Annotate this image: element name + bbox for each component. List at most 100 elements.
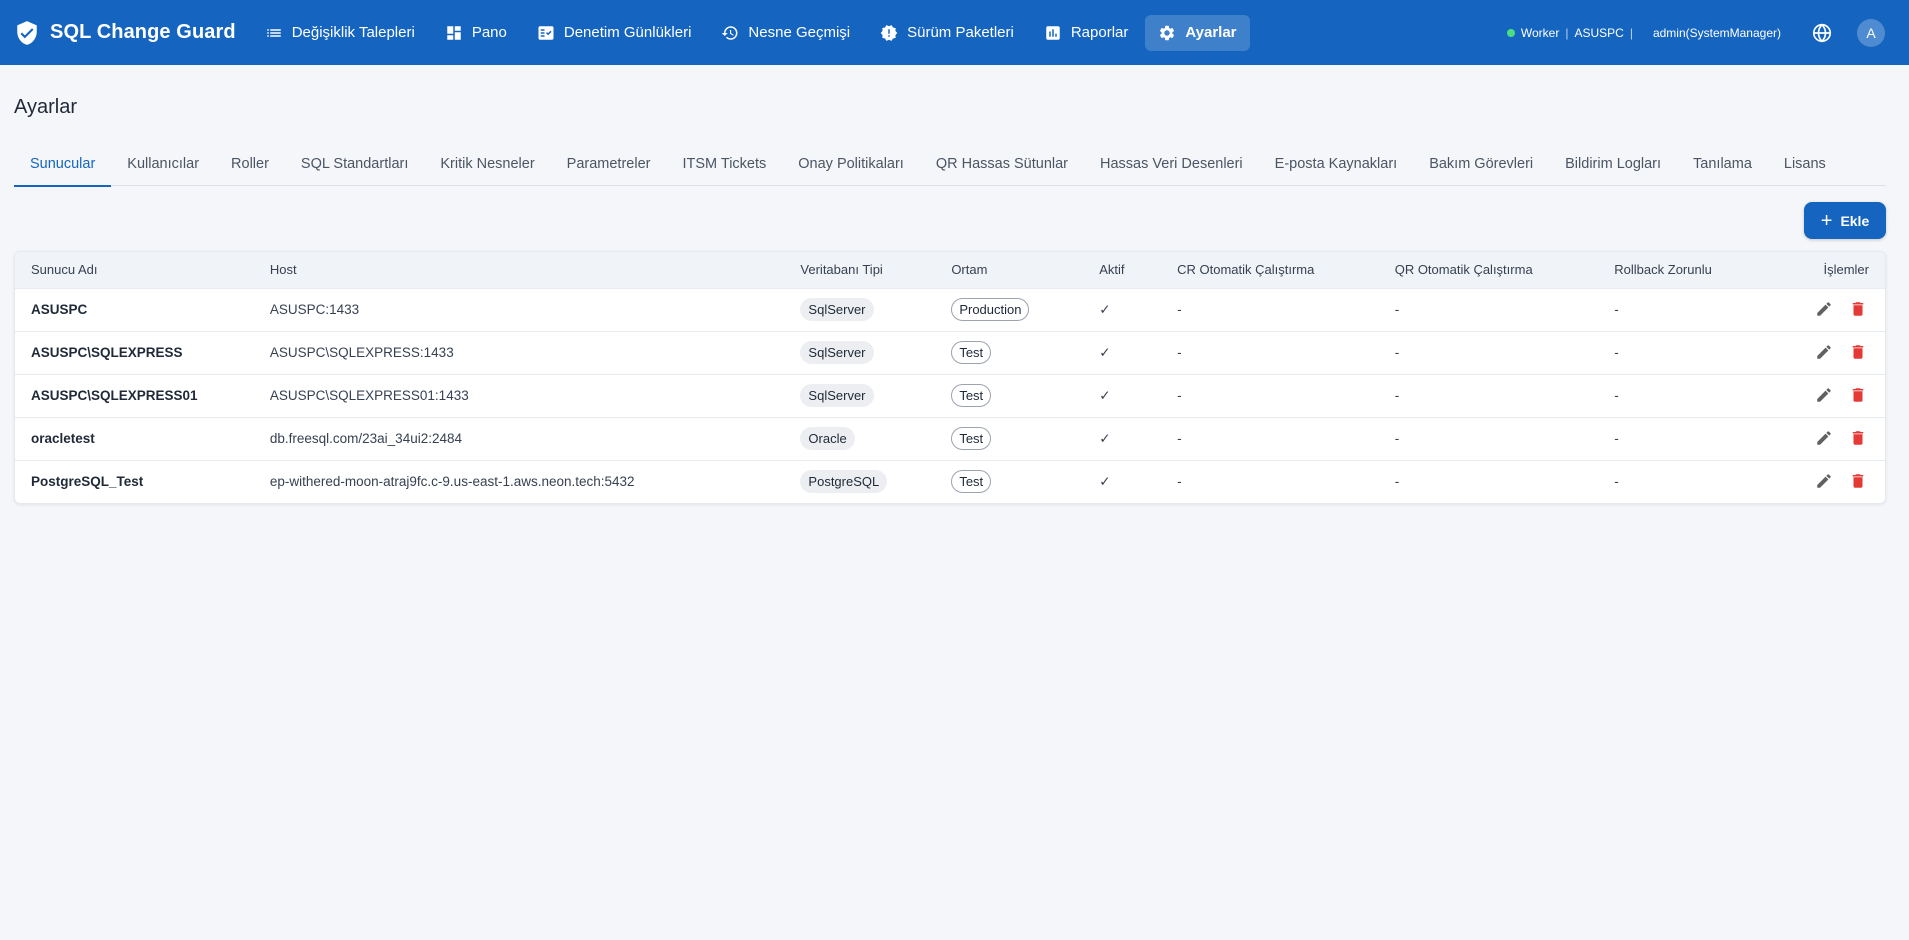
nav-item-dashboard[interactable]: Pano [432,15,520,51]
column-header[interactable]: Veritabanı Tipi [784,252,935,288]
pencil-icon [1817,302,1831,316]
tab-critical-objects[interactable]: Kritik Nesneler [424,142,550,186]
column-header[interactable]: Host [254,252,785,288]
globe-icon[interactable] [1811,22,1833,44]
qr-auto-run: - [1394,431,1400,446]
gear-icon [1160,25,1175,40]
column-header[interactable]: Aktif [1083,252,1161,288]
tab-users[interactable]: Kullanıcılar [111,142,215,186]
nav-item-change-requests[interactable]: Değişiklik Talepleri [252,15,428,51]
cr-auto-run: - [1177,345,1182,360]
settings-tabs: Sunucular Kullanıcılar Roller SQL Standa… [14,142,1886,187]
bar-chart-icon [1046,25,1060,40]
tab-license[interactable]: Lisans [1768,142,1842,186]
db-type-chip: Oracle [800,427,855,450]
qr-auto-run: - [1394,474,1400,490]
tab-maintenance-tasks[interactable]: Bakım Görevleri [1413,142,1549,186]
pencil-icon [1817,431,1831,445]
column-header[interactable]: Ortam [935,252,1083,288]
edit-button[interactable] [1813,470,1835,492]
current-user: admin(SystemManager) [1652,25,1781,40]
table-row[interactable]: ASUSPC\SQLEXPRESS ASUSPC\SQLEXPRESS:1433… [15,331,1885,374]
fact-check-icon [538,25,554,40]
cr-auto-run: - [1177,302,1182,317]
db-type-chip: PostgreSQL [800,470,888,494]
nav-item-settings[interactable]: Ayarlar [1145,14,1250,51]
top-app-bar: SQL Change Guard Değişiklik Talepleri Pa… [0,0,1909,65]
column-header[interactable]: CR Otomatik Çalıştırma [1161,252,1379,288]
server-host: ASUSPC\SQLEXPRESS:1433 [269,345,454,360]
delete-button[interactable] [1847,427,1869,449]
server-host: db.freesql.com/23ai_34ui2:2484 [269,431,462,446]
server-host: ASUSPC:1433 [269,302,360,317]
trash-icon [1852,431,1864,445]
row-actions [1768,288,1885,331]
dashboard-icon [447,25,461,40]
env-cell: Test [935,460,1083,503]
delete-button[interactable] [1847,470,1869,492]
qr-auto-run: - [1394,302,1400,317]
delete-button[interactable] [1847,298,1869,320]
tab-qr-sensitive-columns[interactable]: QR Hassas Sütunlar [920,142,1084,186]
tab-servers[interactable]: Sunucular [14,142,112,187]
edit-button[interactable] [1813,384,1835,406]
trash-icon [1852,302,1864,316]
tab-parameters[interactable]: Parametreler [551,142,667,186]
badge-icon [880,24,898,41]
environment-chip: Production [951,298,1030,321]
rollback-required: - [1614,388,1619,403]
trash-icon [1852,345,1864,359]
rollback-required: - [1614,474,1619,490]
server-name: ASUSPC\SQLEXPRESS01 [31,388,198,403]
nav-item-label: Nesne Geçmişi [748,24,851,41]
nav-item-audit-logs[interactable]: Denetim Günlükleri [524,15,705,51]
column-header[interactable]: QR Otomatik Çalıştırma [1379,252,1599,288]
delete-button[interactable] [1847,341,1869,363]
nav-item-object-history[interactable]: Nesne Geçmişi [708,15,863,51]
edit-button[interactable] [1813,427,1835,449]
nav-item-release-packages[interactable]: Sürüm Paketleri [867,15,1027,51]
avatar[interactable]: A [1857,18,1885,47]
add-server-button[interactable]: + Ekle [1804,202,1886,239]
nav-item-reports[interactable]: Raporlar [1031,15,1142,51]
edit-button[interactable] [1813,341,1835,363]
env-cell: Test [935,331,1083,374]
environment-chip: Test [951,384,992,407]
delete-button[interactable] [1847,384,1869,406]
pencil-icon [1817,474,1831,488]
qr-auto-run: - [1394,388,1400,403]
row-actions [1768,417,1885,460]
tab-sql-standards[interactable]: SQL Standartları [285,142,424,186]
db-type-cell: SqlServer [784,331,935,374]
tab-roles[interactable]: Roller [215,142,285,186]
column-header: İşlemler [1823,262,1869,278]
trash-icon [1852,474,1864,488]
edit-button[interactable] [1813,298,1835,320]
tab-sensitive-data-patterns[interactable]: Hassas Veri Desenleri [1084,142,1259,186]
tab-email-sources[interactable]: E-posta Kaynakları [1259,142,1414,186]
cr-auto-run: - [1177,431,1182,446]
brand[interactable]: SQL Change Guard [14,20,236,46]
server-name: ASUSPC [31,302,88,317]
db-type-chip: SqlServer [800,384,874,407]
environment-chip: Test [951,341,992,364]
tab-itsm-tickets[interactable]: ITSM Tickets [666,142,782,186]
table-row[interactable]: ASUSPC ASUSPC:1433 SqlServer Production … [15,288,1885,331]
pencil-icon [1817,345,1831,359]
topbar-right: Worker | ASUSPC | admin(SystemManager) A [1506,18,1895,47]
table-row[interactable]: ASUSPC\SQLEXPRESS01 ASUSPC\SQLEXPRESS01:… [15,374,1885,417]
column-header[interactable]: Sunucu Adı [15,252,254,288]
column-header[interactable]: Rollback Zorunlu [1598,252,1768,288]
qr-auto-run: - [1394,345,1400,360]
worker-label: Worker [1520,25,1560,40]
table-row[interactable]: PostgreSQL_Test ep-withered-moon-atraj9f… [15,460,1885,503]
db-type-cell: SqlServer [784,374,935,417]
row-actions [1768,460,1885,503]
tab-approval-policies[interactable]: Onay Politikaları [782,142,920,186]
tab-diagnostics[interactable]: Tanılama [1677,142,1768,186]
env-cell: Test [935,417,1083,460]
server-name: oracletest [31,431,95,446]
tab-notification-logs[interactable]: Bildirim Logları [1549,142,1677,186]
table-row[interactable]: oracletest db.freesql.com/23ai_34ui2:248… [15,417,1885,460]
row-actions [1768,374,1885,417]
